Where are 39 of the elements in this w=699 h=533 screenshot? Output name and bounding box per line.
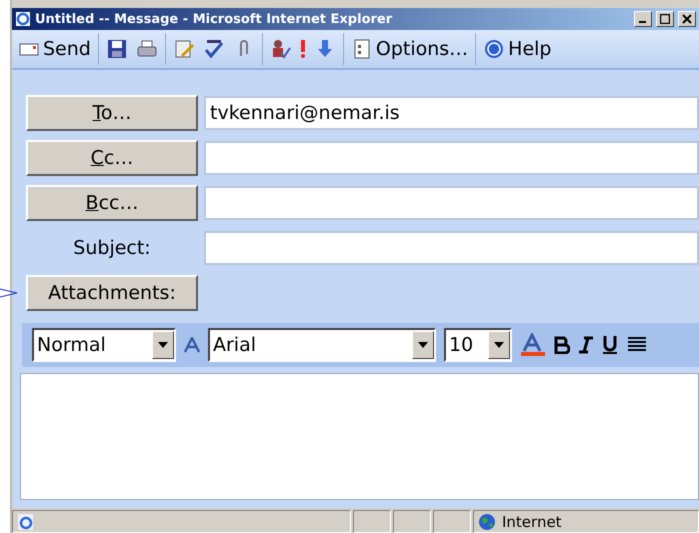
input-field[interactable] <box>204 140 699 174</box>
dropdown-arrow-icon <box>418 342 428 348</box>
address-button[interactable]: Cc… <box>26 140 198 176</box>
dropdown-arrow-icon <box>158 342 168 348</box>
exclamation-icon <box>300 39 306 59</box>
status-pane <box>353 510 391 533</box>
subject-label: Subject: <box>72 236 152 258</box>
close-icon[interactable] <box>678 11 696 27</box>
maximize-icon[interactable] <box>656 11 674 27</box>
zone-label: Internet <box>502 512 562 530</box>
minimize-icon[interactable] <box>634 11 652 27</box>
bold-icon <box>554 336 570 354</box>
address-button[interactable]: Bcc… <box>26 184 198 220</box>
spell-check-icon <box>202 38 225 60</box>
input-field[interactable] <box>204 230 699 264</box>
size-dropdown[interactable]: 10 <box>444 328 512 362</box>
help-icon <box>483 38 506 60</box>
browser-icon <box>15 11 31 27</box>
options-button[interactable]: Options… <box>346 34 472 64</box>
align-icon <box>626 336 646 354</box>
status-pane <box>393 510 431 533</box>
save-icon <box>106 38 128 60</box>
italic-icon <box>578 336 594 354</box>
attachments-button[interactable]: Attachments: <box>26 274 198 310</box>
status-pane <box>433 510 471 533</box>
underline-icon <box>602 335 618 355</box>
input-field[interactable] <box>204 186 699 220</box>
font-icon <box>184 337 200 353</box>
globe-icon <box>478 512 496 530</box>
help-button[interactable]: Help <box>479 34 556 64</box>
window-title: Untitled -- Message - Microsoft Internet Explorer <box>35 12 394 26</box>
dropdown-arrow-icon <box>494 342 504 348</box>
font-color-icon <box>520 333 546 357</box>
pencil-icon <box>172 38 195 60</box>
style-dropdown[interactable]: Normal <box>32 328 176 362</box>
input-field[interactable]: tvkennari@nemar.is <box>204 96 699 130</box>
font-dropdown[interactable]: Arial <box>208 328 436 362</box>
address-button[interactable]: To… <box>26 94 198 130</box>
send-button[interactable]: Send <box>14 34 95 64</box>
